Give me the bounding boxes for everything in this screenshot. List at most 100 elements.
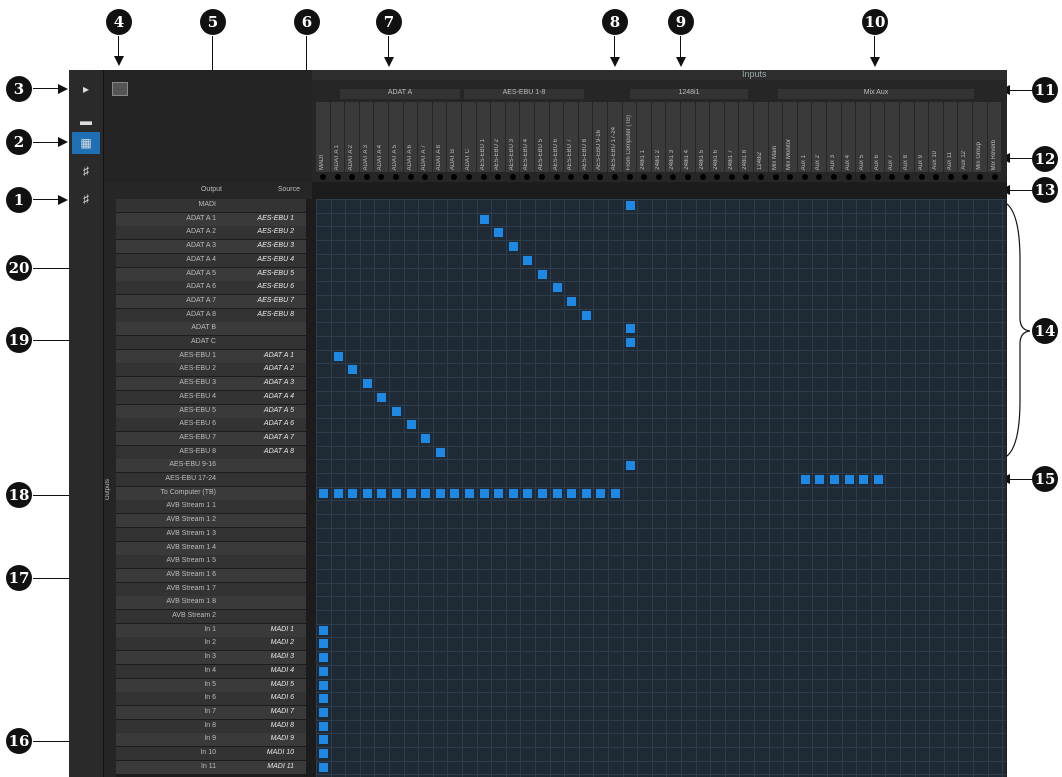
route-cell[interactable] xyxy=(421,488,431,498)
output-row[interactable]: AVB Stream 1 3 xyxy=(116,527,306,541)
route-cell[interactable] xyxy=(319,707,328,717)
column-header[interactable]: Aux 8 xyxy=(900,102,914,172)
route-cell[interactable] xyxy=(319,666,328,676)
output-row[interactable]: ADAT A 1 AES-EBU 1 xyxy=(116,212,306,226)
route-cell[interactable] xyxy=(611,488,620,498)
route-cell[interactable] xyxy=(552,488,562,498)
route-cell[interactable] xyxy=(333,351,343,361)
column-dot-icon[interactable] xyxy=(685,174,691,180)
column-dot-icon[interactable] xyxy=(947,174,954,180)
output-row[interactable]: AES-EBU 1 ADAT A 1 xyxy=(116,349,306,363)
column-header[interactable]: ADAT A 5 xyxy=(389,102,403,172)
column-header[interactable]: Aux 11 xyxy=(943,102,958,172)
output-row[interactable]: In 4 MADI 4 xyxy=(116,664,306,678)
column-dot-icon[interactable] xyxy=(582,174,589,180)
column-header[interactable]: 248i1 5 xyxy=(695,102,710,172)
output-row[interactable]: AES-EBU 6 ADAT A 6 xyxy=(116,418,306,432)
route-cell[interactable] xyxy=(319,653,328,663)
column-dot-icon[interactable] xyxy=(933,174,940,180)
route-cell[interactable] xyxy=(508,242,518,252)
output-row[interactable]: AVB Stream 1 8 xyxy=(116,596,306,610)
column-dot-icon[interactable] xyxy=(334,174,341,180)
route-cell[interactable] xyxy=(873,475,883,484)
route-cell[interactable] xyxy=(319,749,328,758)
column-header[interactable]: AES-EBU 17-24 xyxy=(608,102,622,172)
group-header[interactable]: Mix Aux xyxy=(778,89,974,99)
route-cell[interactable] xyxy=(392,406,401,416)
route-cell[interactable] xyxy=(815,475,825,484)
column-header[interactable]: Mix Group xyxy=(973,102,987,172)
output-row[interactable]: AVB Stream 1 5 xyxy=(116,555,306,569)
column-header[interactable]: Mix Monitor xyxy=(783,102,797,172)
group-header[interactable]: AES-EBU 1-8 xyxy=(464,89,584,99)
route-cell[interactable] xyxy=(479,488,489,498)
play-icon[interactable]: ▸ xyxy=(72,78,100,100)
column-dot-icon[interactable] xyxy=(480,174,487,180)
route-cell[interactable] xyxy=(377,488,387,498)
output-row[interactable]: In 11 MADI 11 xyxy=(116,760,306,774)
route-cell[interactable] xyxy=(552,283,562,293)
column-header[interactable]: Aux 7 xyxy=(885,102,899,172)
route-cell[interactable] xyxy=(450,488,460,498)
route-cell[interactable] xyxy=(625,324,635,334)
route-cell[interactable] xyxy=(596,488,606,498)
column-dot-icon[interactable] xyxy=(393,174,399,180)
output-row[interactable]: AVB Stream 1 4 xyxy=(116,541,306,555)
output-row[interactable]: AVB Stream 1 1 xyxy=(116,500,306,514)
routing-matrix[interactable] xyxy=(316,199,1006,777)
output-row[interactable]: In 9 MADI 9 xyxy=(116,733,306,747)
group-header[interactable]: ADAT A xyxy=(340,89,460,99)
route-cell[interactable] xyxy=(830,475,839,484)
output-row[interactable]: In 10 MADI 10 xyxy=(116,747,306,760)
output-row[interactable]: AVB Stream 1 6 xyxy=(116,568,306,582)
column-header[interactable]: 248i1 2 xyxy=(651,102,666,172)
column-header[interactable]: 248i1 1 xyxy=(637,102,651,172)
column-dot-icon[interactable] xyxy=(991,174,998,180)
column-header[interactable]: 248i1 8 xyxy=(739,102,753,172)
layout-icon[interactable] xyxy=(112,82,128,96)
route-cell[interactable] xyxy=(465,488,474,498)
column-dot-icon[interactable] xyxy=(962,174,969,180)
column-header[interactable]: ADAT A 4 xyxy=(374,102,388,172)
route-cell[interactable] xyxy=(319,488,328,498)
column-dot-icon[interactable] xyxy=(451,174,458,180)
route-cell[interactable] xyxy=(800,475,810,484)
route-cell[interactable] xyxy=(859,475,869,484)
column-header[interactable]: MADI xyxy=(316,102,330,172)
column-dot-icon[interactable] xyxy=(363,174,370,180)
output-row[interactable]: In 8 MADI 8 xyxy=(116,719,306,733)
column-header[interactable]: ADAT A 7 xyxy=(418,102,432,172)
column-header[interactable]: Aux 2 xyxy=(812,102,826,172)
route-cell[interactable] xyxy=(333,488,343,498)
column-header[interactable]: Mix Main xyxy=(768,102,783,172)
column-header[interactable]: ADAT C xyxy=(462,102,476,172)
route-cell[interactable] xyxy=(319,721,328,731)
column-dot-icon[interactable] xyxy=(349,174,356,180)
column-header[interactable]: Aux 10 xyxy=(929,102,943,172)
route-cell[interactable] xyxy=(421,433,431,443)
output-row[interactable]: ADAT A 7 AES-EBU 7 xyxy=(116,294,306,308)
column-header[interactable]: 1248i2 xyxy=(754,102,768,172)
output-row[interactable]: AVB Stream 1 7 xyxy=(116,582,306,596)
route-cell[interactable] xyxy=(348,365,358,375)
column-header[interactable]: Aux 5 xyxy=(856,102,870,172)
route-cell[interactable] xyxy=(567,296,577,306)
route-cell[interactable] xyxy=(319,694,328,704)
column-dot-icon[interactable] xyxy=(714,174,721,180)
column-header[interactable]: Aux 4 xyxy=(841,102,856,172)
route-cell[interactable] xyxy=(435,447,445,457)
output-row[interactable]: ADAT A 4 AES-EBU 4 xyxy=(116,253,306,267)
group-header[interactable]: 1248i1 xyxy=(630,89,748,99)
column-header[interactable]: Mix Reverb xyxy=(987,102,1002,172)
output-row[interactable]: AES-EBU 17-24 xyxy=(116,473,306,486)
route-cell[interactable] xyxy=(625,201,635,210)
output-row[interactable]: To Computer (TB) xyxy=(116,486,306,500)
output-row[interactable]: AES-EBU 8 ADAT A 8 xyxy=(116,445,306,459)
output-row[interactable]: AES-EBU 3 ADAT A 3 xyxy=(116,377,306,391)
column-header[interactable]: ADAT A 1 xyxy=(330,102,345,172)
route-cell[interactable] xyxy=(319,735,328,745)
column-header[interactable]: AES-EBU 7 xyxy=(564,102,578,172)
output-row[interactable]: AES-EBU 9-16 xyxy=(116,459,306,473)
column-dot-icon[interactable] xyxy=(758,174,764,180)
route-cell[interactable] xyxy=(319,625,328,635)
